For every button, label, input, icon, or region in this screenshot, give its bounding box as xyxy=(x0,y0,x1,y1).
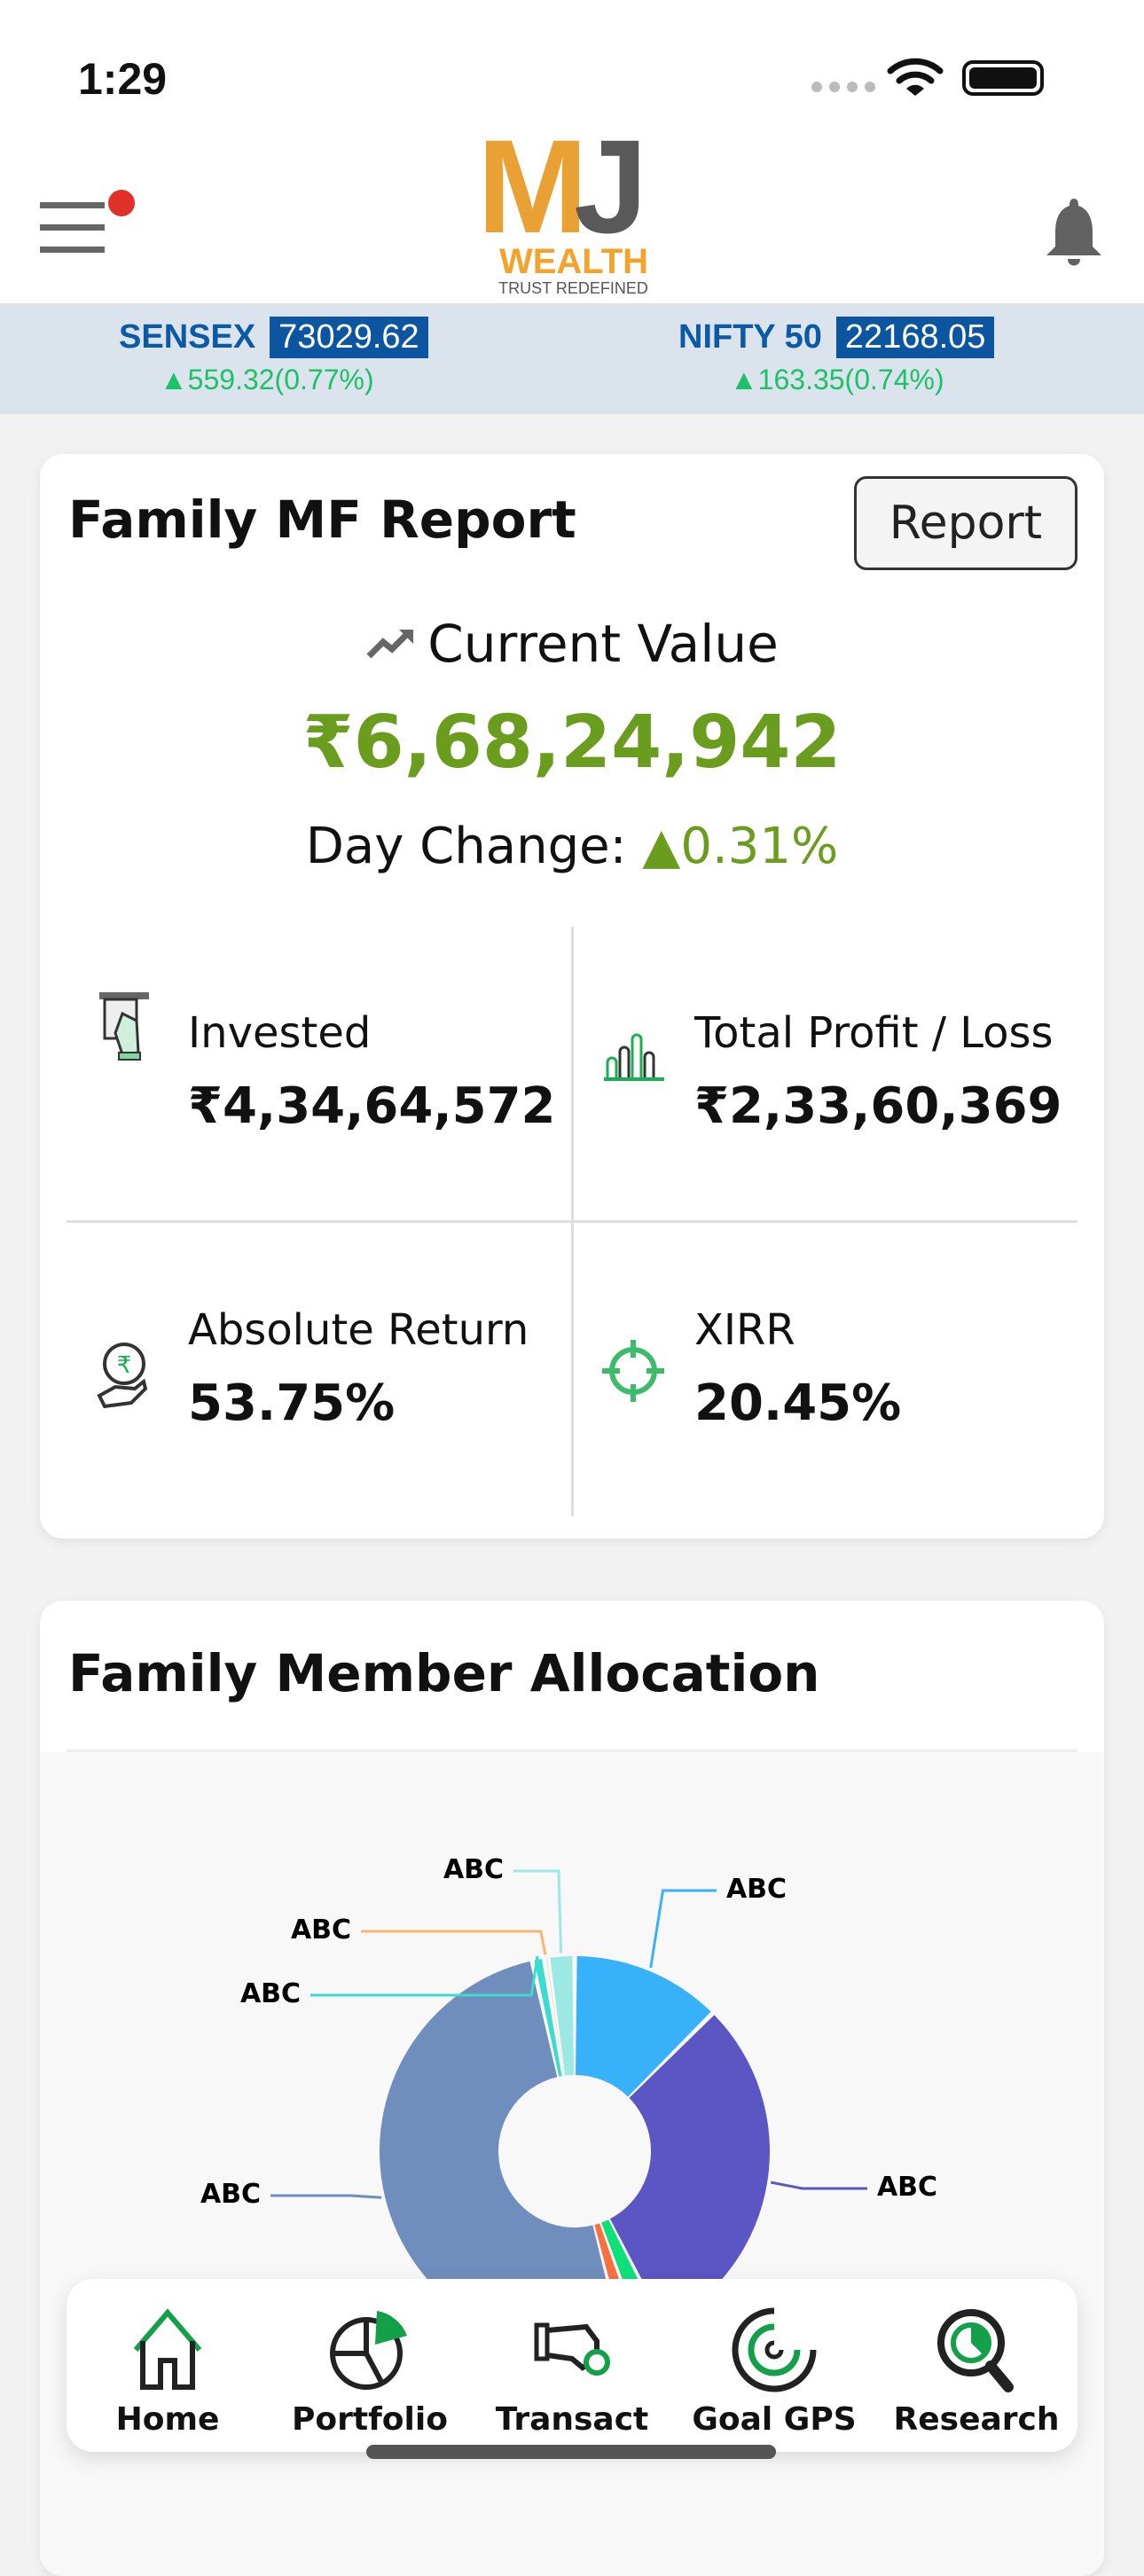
hamburger-icon[interactable] xyxy=(40,202,106,257)
trend-up-icon xyxy=(366,630,414,659)
nav-transact[interactable]: Transact xyxy=(474,2306,670,2452)
stat-label: Total Profit / Loss xyxy=(694,1008,1054,1058)
home-icon xyxy=(133,2308,202,2390)
index-name: NIFTY 50 xyxy=(678,318,822,356)
nav-label: Home xyxy=(115,2401,220,2438)
slice-label: ABC xyxy=(240,1978,301,2009)
mj-wealth-logo: MJ WEALTH TRUST REDEFINED xyxy=(477,120,668,299)
index-value: 22168.05 xyxy=(835,317,995,358)
divider xyxy=(67,1220,1077,1223)
nifty-index: NIFTY 50 22168.05 xyxy=(678,317,995,358)
status-time: 1:29 xyxy=(78,54,168,104)
nav-label: Portfolio xyxy=(292,2401,448,2438)
menu-notification-dot xyxy=(108,190,135,216)
card-title: Family Member Allocation xyxy=(68,1643,820,1703)
stat-value: 53.75% xyxy=(188,1374,396,1432)
index-change: ▲559.32(0.77%) xyxy=(160,364,374,395)
stat-value: 20.45% xyxy=(694,1374,902,1432)
index-value: 73029.62 xyxy=(270,317,428,358)
current-value: ₹6,68,24,942 xyxy=(302,701,842,785)
magnifier-chart-icon xyxy=(937,2309,1014,2392)
nav-research[interactable]: Research xyxy=(879,2306,1074,2452)
logo-tagline: TRUST REDEFINED xyxy=(498,279,648,297)
nav-label: Goal GPS xyxy=(692,2401,857,2438)
report-button[interactable]: Report xyxy=(854,476,1077,570)
label-leader-line xyxy=(513,1869,563,1954)
market-ticker: SENSEX 73029.62 ▲559.32(0.77%) NIFTY 50 … xyxy=(0,303,1144,414)
bottom-nav: Home Portfolio Transact Goal GPS Researc… xyxy=(67,2279,1077,2452)
invest-cash-icon xyxy=(99,992,149,1061)
nav-label: Transact xyxy=(495,2401,649,2438)
label-leader-line xyxy=(270,2194,382,2199)
day-change-label: Day Change: xyxy=(305,818,627,875)
slice-label: ABC xyxy=(877,2172,937,2203)
nav-goal-gps[interactable]: Goal GPS xyxy=(677,2306,872,2452)
slice-label: ABC xyxy=(443,1854,504,1885)
stat-label: XIRR xyxy=(694,1305,795,1355)
slice-label: ABC xyxy=(291,1914,351,1946)
rupee-hand-icon: ₹ xyxy=(97,1343,148,1409)
stat-label: Absolute Return xyxy=(188,1305,529,1355)
current-value-heading: Current Value xyxy=(40,614,1104,674)
index-change: ▲163.35(0.74%) xyxy=(730,364,944,395)
home-indicator[interactable] xyxy=(366,2445,776,2459)
goal-target-icon xyxy=(732,2307,817,2392)
index-name: SENSEX xyxy=(119,318,256,356)
donut-slice[interactable] xyxy=(550,1956,574,2076)
svg-text:₹: ₹ xyxy=(117,1352,132,1379)
card-title: Family MF Report xyxy=(68,489,576,550)
label-leader-line xyxy=(770,2181,867,2190)
stat-value: ₹2,33,60,369 xyxy=(694,1077,1062,1135)
day-change-value: ▲0.31% xyxy=(642,818,839,875)
battery-icon xyxy=(962,60,1044,96)
nav-portfolio[interactable]: Portfolio xyxy=(272,2306,467,2452)
cellular-signal-icon xyxy=(811,82,875,92)
stat-label: Invested xyxy=(188,1008,372,1058)
hand-coin-icon xyxy=(534,2322,610,2376)
pie-chart-icon xyxy=(330,2311,407,2390)
slice-label: ABC xyxy=(200,2179,261,2210)
stat-value: ₹4,34,64,572 xyxy=(188,1077,556,1135)
label-leader-line xyxy=(649,1889,717,1969)
bar-chart-icon xyxy=(604,1033,664,1081)
day-change: Day Change: ▲0.31% xyxy=(40,818,1104,875)
slice-label: ABC xyxy=(726,1874,787,1905)
label-leader-line xyxy=(361,1930,547,1955)
nav-home[interactable]: Home xyxy=(70,2306,265,2452)
sensex-index: SENSEX 73029.62 xyxy=(119,317,428,358)
bell-icon[interactable] xyxy=(1045,197,1103,268)
target-icon xyxy=(602,1340,664,1402)
nav-label: Research xyxy=(893,2401,1060,2438)
logo-name: WEALTH xyxy=(498,242,649,281)
current-value-label: Current Value xyxy=(427,614,779,674)
family-mf-report-card: Family MF Report Report Current Value ₹6… xyxy=(40,454,1104,1539)
wifi-icon xyxy=(887,58,944,96)
